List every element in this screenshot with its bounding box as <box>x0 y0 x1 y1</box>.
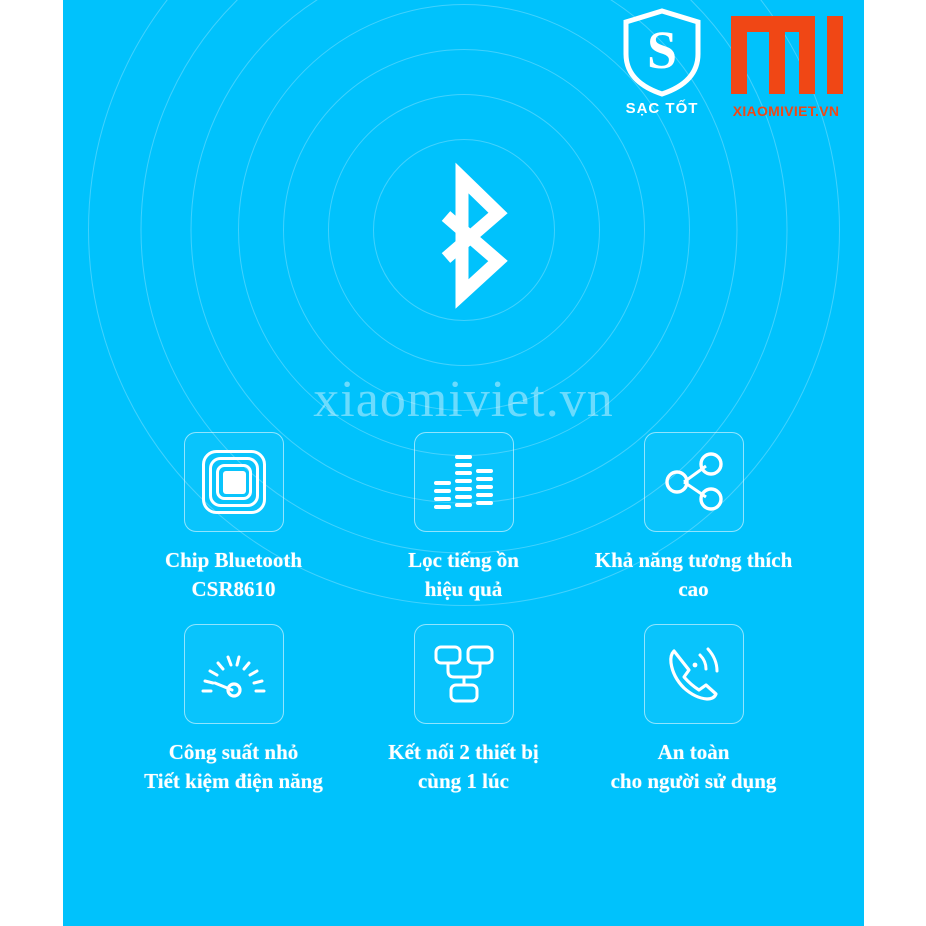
feature-caption: Công suất nhỏ Tiết kiệm điện năng <box>144 738 323 795</box>
feature-caption-line: Khả năng tương thích <box>594 548 793 572</box>
product-infographic: S SẠC TỐT XIAOMIVIET.VN xiaomiviet.vn Ch… <box>0 0 926 926</box>
feature-caption-line: cho người sử dụng <box>610 768 777 793</box>
feature-caption-line: Chip Bluetooth <box>164 548 303 572</box>
feature-caption: An toàn cho người sử dụng <box>611 738 777 795</box>
feature-row: Chip Bluetooth CSR8610 Lọc tiếng ồn hiệu… <box>63 432 864 603</box>
brand-logos: S SẠC TỐT XIAOMIVIET.VN <box>614 6 856 119</box>
feature-icon-box <box>643 432 744 532</box>
bluetooth-icon <box>441 162 508 309</box>
feature-row: Công suất nhỏ Tiết kiệm điện năng Kết nố… <box>63 624 864 795</box>
feature-icon-box <box>183 624 284 725</box>
ringing-phone-icon <box>668 647 718 701</box>
feature-caption: Lọc tiếng ồn hiệu quả <box>408 546 519 603</box>
feature-caption: Kết nối 2 thiết bị cùng 1 lúc <box>388 738 539 795</box>
feature-icon-box <box>183 432 284 532</box>
feature-caption: Chip Bluetooth CSR8610 <box>165 546 302 603</box>
feature-icon-box <box>643 624 744 725</box>
share-network-icon <box>664 452 723 511</box>
two-devices-connect-icon <box>434 645 493 703</box>
svg-text:S: S <box>647 20 677 80</box>
shield-s-icon: S <box>623 8 701 97</box>
mi-logo-icon <box>731 16 843 94</box>
feature-item-safety[interactable]: An toàn cho người sử dụng <box>579 624 809 795</box>
site-watermark: xiaomiviet.vn <box>313 371 614 428</box>
sac-tot-label: SẠC TỐT <box>625 100 699 117</box>
xiaomiviet-label: XIAOMIVIET.VN <box>732 103 840 119</box>
feature-item-dual-connect[interactable]: Kết nối 2 thiết bị cùng 1 lúc <box>349 624 579 795</box>
feature-caption-line: Kết nối 2 thiết bị <box>388 740 539 765</box>
feature-caption-line: Công suất nhỏ <box>168 740 299 765</box>
feature-grid: Chip Bluetooth CSR8610 Lọc tiếng ồn hiệu… <box>63 432 864 795</box>
feature-caption-line: Tiết kiệm điện năng <box>144 768 323 793</box>
feature-item-chip-bluetooth[interactable]: Chip Bluetooth CSR8610 <box>119 432 349 603</box>
feature-item-low-power[interactable]: Công suất nhỏ Tiết kiệm điện năng <box>119 624 349 795</box>
nfc-chip-icon <box>201 450 266 514</box>
feature-item-noise-filter[interactable]: Lọc tiếng ồn hiệu quả <box>349 432 579 603</box>
feature-caption-line: CSR8610 <box>191 576 276 601</box>
feature-item-compatibility[interactable]: Khả năng tương thích cao <box>579 432 809 603</box>
feature-icon-box <box>413 432 514 532</box>
feature-caption: Khả năng tương thích cao <box>595 546 793 603</box>
feature-caption-line: Lọc tiếng ồn <box>408 548 519 572</box>
feature-caption-line: An toàn <box>657 740 730 765</box>
xiaomiviet-logo: XIAOMIVIET.VN <box>716 6 856 119</box>
bluetooth-hero <box>63 140 864 326</box>
speedometer-icon <box>201 655 265 698</box>
sac-tot-logo: S SẠC TỐT <box>614 6 710 117</box>
feature-caption-line: hiệu quả <box>424 576 503 601</box>
feature-caption-line: cao <box>678 576 709 601</box>
feature-caption-line: cùng 1 lúc <box>417 768 509 793</box>
equalizer-icon <box>433 455 493 509</box>
feature-icon-box <box>413 624 514 725</box>
blue-panel: S SẠC TỐT XIAOMIVIET.VN xiaomiviet.vn Ch… <box>63 0 864 926</box>
